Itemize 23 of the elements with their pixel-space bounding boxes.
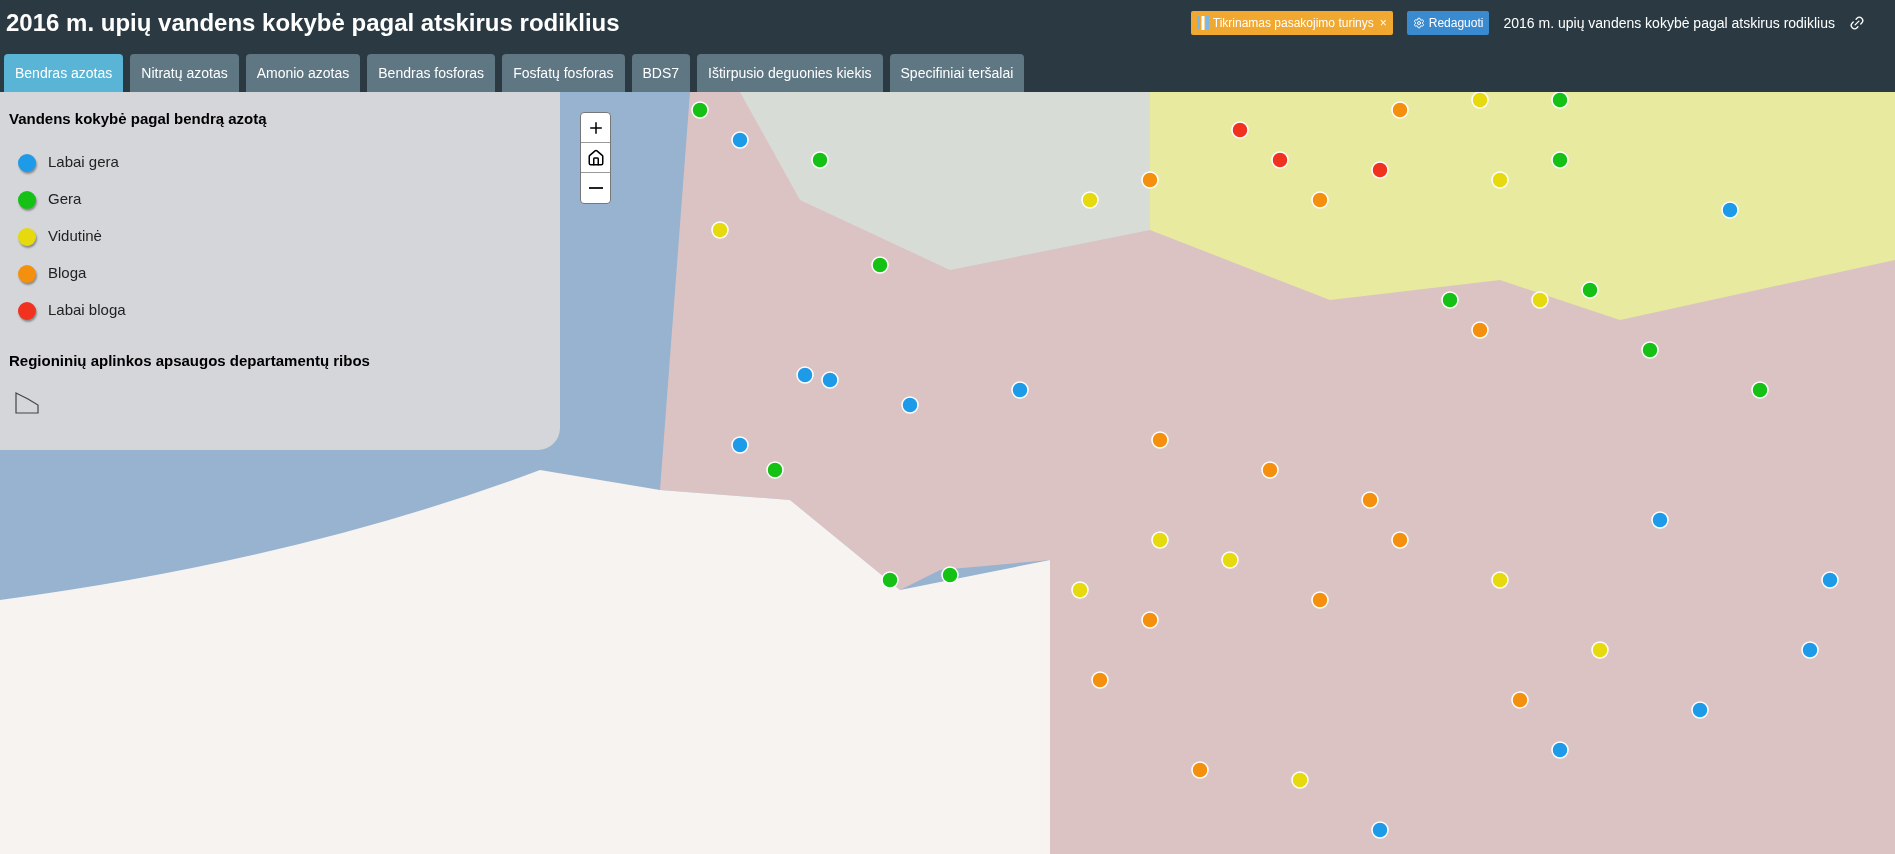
legend-label: Gera <box>48 189 82 210</box>
minus-icon <box>588 187 603 189</box>
tab[interactable]: Specifiniai teršalai <box>889 54 1025 92</box>
boundaries-title: Regioninių aplinkos apsaugos departamentų ribos <box>9 350 371 371</box>
tab[interactable]: Bendras fosforas <box>367 54 496 92</box>
legend-label: Bloga <box>48 263 87 284</box>
polygon-symbol-icon <box>15 392 39 414</box>
edit-button[interactable]: Redaguoti <box>1406 11 1490 35</box>
tab[interactable]: Amonio azotas <box>245 54 361 92</box>
tab[interactable]: Nitratų azotas <box>130 54 239 92</box>
settings-icon <box>1412 17 1425 29</box>
legend-label: Labai gera <box>48 152 119 173</box>
tab[interactable]: Fosfatų fosforas <box>502 54 625 92</box>
status-text: Tikrinamas pasakojimo turinys <box>1212 15 1374 32</box>
home-icon <box>586 148 605 167</box>
page-title: 2016 m. upių vandens kokybė pagal atskirus rodiklius <box>6 8 620 38</box>
tab[interactable]: BDS7 <box>631 54 691 92</box>
bars-icon <box>1196 16 1209 30</box>
story-title: 2016 m. upių vandens kokybė pagal atskirus rodiklius <box>1503 13 1835 33</box>
legend-label: Vidutinė <box>48 226 102 247</box>
tab[interactable]: Ištirpusio deguonies kiekis <box>697 54 883 92</box>
legend-title: Vandens kokybė pagal bendrą azotą <box>9 109 268 129</box>
legend-label: Labai bloga <box>48 300 126 321</box>
